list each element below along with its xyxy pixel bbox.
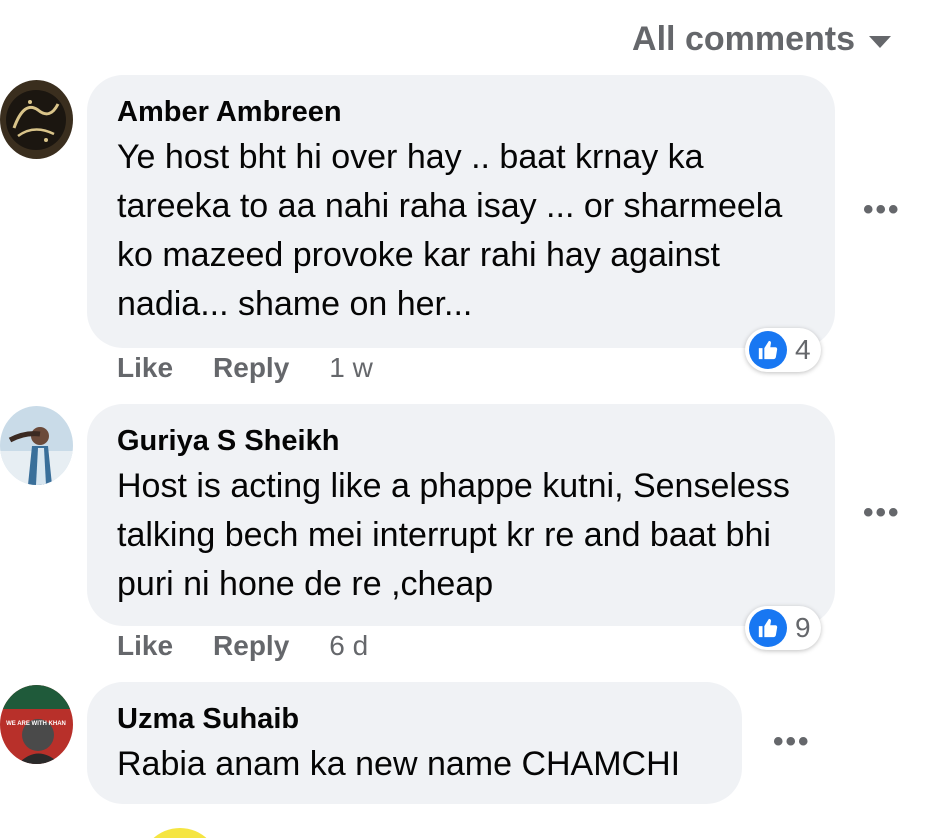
comment-actions: Like Reply 1 w [117,352,373,384]
like-button[interactable]: Like [117,630,173,662]
comment-author[interactable]: Uzma Suhaib [117,702,712,736]
reply-button[interactable]: Reply [213,352,289,384]
comment-timestamp[interactable]: 1 w [329,352,373,384]
like-button[interactable]: Like [117,352,173,384]
avatar[interactable] [0,80,73,159]
avatar-caption: WE ARE WITH KHAN [6,721,66,727]
reply-button[interactable]: Reply [213,630,289,662]
thumbs-up-icon [749,331,787,369]
chevron-down-icon [869,35,891,48]
avatar[interactable] [140,828,220,838]
more-options-icon[interactable]: ••• [863,496,901,530]
reaction-count[interactable]: 9 [745,606,821,650]
avatar[interactable]: WE ARE WITH KHAN [0,685,73,764]
comment-bubble: Uzma Suhaib Rabia anam ka new name CHAMC… [87,682,742,804]
reaction-number: 4 [795,334,811,365]
more-options-icon[interactable]: ••• [773,725,811,759]
more-options-icon[interactable]: ••• [863,193,901,227]
comment-filter-label: All comments [632,20,855,58]
reaction-count[interactable]: 4 [745,328,821,372]
thumbs-up-icon [749,609,787,647]
comment-text: Rabia anam ka new name CHAMCHI [117,745,681,783]
comment-text: Host is acting like a phappe kutni, Sens… [117,467,790,603]
comment-author[interactable]: Amber Ambreen [117,95,805,129]
comment-timestamp[interactable]: 6 d [329,630,368,662]
comment-filter-dropdown[interactable]: All comments [632,20,891,59]
comment-actions: Like Reply 6 d [117,630,368,662]
comment-bubble: Guriya S Sheikh Host is acting like a ph… [87,404,835,626]
avatar[interactable] [0,406,73,485]
reaction-number: 9 [795,612,811,643]
comment-bubble: Amber Ambreen Ye host bht hi over hay ..… [87,75,835,348]
comment-text: Ye host bht hi over hay .. baat krnay ka… [117,138,783,323]
comments-panel: All comments Amber Ambreen Ye host bht h… [0,0,946,838]
comment-author[interactable]: Guriya S Sheikh [117,424,805,458]
